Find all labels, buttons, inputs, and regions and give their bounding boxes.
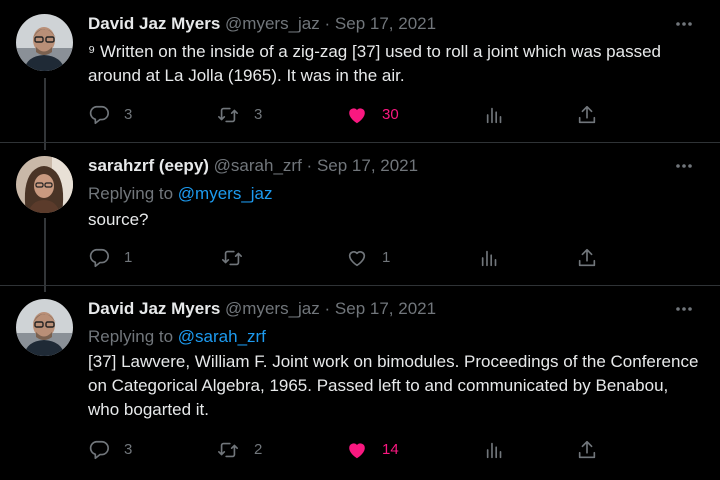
tweet-3[interactable]: David Jaz Myers @myers_jaz · Sep 17, 202…	[0, 297, 720, 480]
author-handle[interactable]: @myers_jaz	[225, 299, 320, 318]
tweet-actions: 3 2 14	[88, 438, 608, 462]
analytics-button[interactable]	[479, 246, 501, 270]
tweet-header: David Jaz Myers @myers_jaz · Sep 17, 202…	[88, 297, 436, 321]
author-name[interactable]: David Jaz Myers	[88, 299, 220, 318]
analytics-button[interactable]	[484, 103, 506, 127]
analytics-icon	[484, 439, 506, 461]
more-dots-icon[interactable]	[672, 14, 696, 34]
reply-count: 3	[124, 441, 133, 458]
tweet-date[interactable]: Sep 17, 2021	[317, 156, 418, 175]
tweet-text: [37] Lawvere, William F. Joint work on b…	[88, 352, 699, 419]
author-name[interactable]: David Jaz Myers	[88, 14, 220, 33]
tweet-text: source?	[88, 210, 149, 229]
like-button[interactable]: 14	[346, 438, 399, 462]
share-icon	[576, 439, 598, 461]
reply-button[interactable]: 3	[88, 103, 132, 127]
heart-outline-icon	[346, 247, 368, 269]
separator-dot: ·	[324, 299, 331, 318]
retweet-count: 2	[254, 441, 263, 458]
tweet-actions: 3 3 30	[88, 103, 608, 127]
reply-button[interactable]: 1	[88, 246, 132, 270]
tweet-header: sarahzrf (eepy) @sarah_zrf · Sep 17, 202…	[88, 154, 418, 178]
like-button[interactable]: 30	[346, 103, 399, 127]
reply-icon	[88, 247, 110, 269]
retweet-button[interactable]: 3	[216, 103, 262, 127]
avatar[interactable]	[16, 156, 73, 213]
share-icon	[576, 104, 598, 126]
tweet-text: ⁹ Written on the inside of a zig-zag [37…	[88, 42, 661, 85]
like-count: 30	[382, 106, 399, 123]
tweet-divider	[0, 142, 720, 143]
reply-icon	[88, 439, 110, 461]
analytics-icon	[484, 104, 506, 126]
more-dots-icon[interactable]	[672, 156, 696, 176]
retweet-icon	[216, 439, 240, 461]
retweet-icon	[220, 247, 244, 269]
reply-count: 1	[124, 249, 133, 266]
tweet-date[interactable]: Sep 17, 2021	[335, 14, 436, 33]
separator-dot: ·	[324, 14, 331, 33]
like-count: 1	[382, 249, 391, 266]
share-button[interactable]	[576, 103, 598, 127]
mention-link[interactable]: @sarah_zrf	[178, 327, 266, 346]
retweet-count: 3	[254, 106, 263, 123]
mention-link[interactable]: @myers_jaz	[178, 184, 273, 203]
share-button[interactable]	[576, 438, 598, 462]
heart-filled-icon	[346, 104, 368, 126]
reply-button[interactable]: 3	[88, 438, 132, 462]
reply-icon	[88, 104, 110, 126]
avatar[interactable]	[16, 14, 73, 71]
replying-to-label: Replying to	[88, 327, 178, 346]
tweet-divider	[0, 285, 720, 286]
like-button[interactable]: 1	[346, 246, 390, 270]
author-handle[interactable]: @myers_jaz	[225, 14, 320, 33]
reply-count: 3	[124, 106, 133, 123]
like-count: 14	[382, 441, 399, 458]
replying-to-label: Replying to	[88, 184, 178, 203]
retweet-button[interactable]: 2	[216, 438, 262, 462]
heart-filled-icon	[346, 439, 368, 461]
replying-to: Replying to @myers_jaz	[88, 182, 273, 206]
retweet-icon	[216, 104, 240, 126]
author-name[interactable]: sarahzrf (eepy)	[88, 156, 209, 175]
avatar[interactable]	[16, 299, 73, 356]
share-button[interactable]	[576, 246, 598, 270]
analytics-icon	[479, 247, 501, 269]
share-icon	[576, 247, 598, 269]
tweet-date[interactable]: Sep 17, 2021	[335, 299, 436, 318]
author-handle[interactable]: @sarah_zrf	[214, 156, 302, 175]
tweet-actions: 1 1	[88, 246, 608, 270]
tweet-2[interactable]: sarahzrf (eepy) @sarah_zrf · Sep 17, 202…	[0, 154, 720, 284]
more-dots-icon[interactable]	[672, 299, 696, 319]
tweet-header: David Jaz Myers @myers_jaz · Sep 17, 202…	[88, 12, 436, 36]
replying-to: Replying to @sarah_zrf	[88, 325, 266, 349]
retweet-button[interactable]	[220, 246, 258, 270]
analytics-button[interactable]	[484, 438, 506, 462]
tweet-1[interactable]: David Jaz Myers @myers_jaz · Sep 17, 202…	[0, 12, 720, 142]
separator-dot: ·	[306, 156, 313, 175]
